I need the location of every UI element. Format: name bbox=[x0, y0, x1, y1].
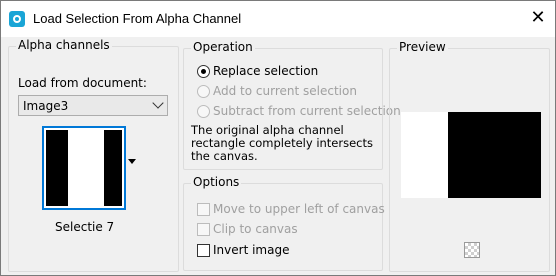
preview-image bbox=[401, 112, 541, 198]
window-title: Load Selection From Alpha Channel bbox=[33, 11, 242, 26]
chevron-down-icon bbox=[152, 97, 164, 109]
preview-white-area bbox=[401, 112, 448, 198]
clip-to-canvas-label[interactable]: Clip to canvas bbox=[213, 222, 298, 236]
channel-thumbnail[interactable] bbox=[42, 126, 126, 210]
preview-label: Preview bbox=[397, 40, 448, 54]
add-selection-label[interactable]: Add to current selection bbox=[213, 84, 357, 98]
close-icon[interactable]: ✕ bbox=[523, 3, 553, 33]
subtract-selection-radio[interactable] bbox=[197, 105, 210, 118]
document-select[interactable]: Image3 bbox=[18, 95, 168, 116]
invert-image-checkbox[interactable] bbox=[197, 244, 210, 257]
thumbnail-caption: Selectie 7 bbox=[55, 220, 115, 234]
operation-description: The original alpha channel rectangle com… bbox=[191, 123, 374, 163]
thumbnail-dropdown-icon[interactable] bbox=[128, 159, 136, 164]
subtract-selection-label[interactable]: Subtract from current selection bbox=[213, 104, 401, 118]
add-selection-radio[interactable] bbox=[197, 85, 210, 98]
replace-selection-radio[interactable] bbox=[197, 65, 210, 78]
dialog-window: Load Selection From Alpha Channel ✕ Alph… bbox=[0, 0, 556, 276]
document-select-value: Image3 bbox=[23, 99, 69, 113]
load-from-document-label: Load from document: bbox=[18, 76, 147, 90]
move-upper-left-checkbox[interactable] bbox=[197, 203, 210, 216]
thumbnail-image bbox=[46, 130, 122, 206]
options-label: Options bbox=[191, 175, 242, 189]
app-icon bbox=[9, 11, 25, 27]
checkerboard-icon[interactable] bbox=[464, 242, 480, 258]
move-upper-left-label[interactable]: Move to upper left of canvas bbox=[213, 202, 385, 216]
operation-label: Operation bbox=[191, 40, 255, 54]
replace-selection-label[interactable]: Replace selection bbox=[213, 64, 318, 78]
title-bar[interactable]: Load Selection From Alpha Channel ✕ bbox=[1, 1, 555, 37]
alpha-channels-label: Alpha channels bbox=[16, 38, 112, 52]
clip-to-canvas-checkbox[interactable] bbox=[197, 223, 210, 236]
thumbnail-white-area bbox=[68, 130, 104, 206]
invert-image-label[interactable]: Invert image bbox=[213, 243, 289, 257]
